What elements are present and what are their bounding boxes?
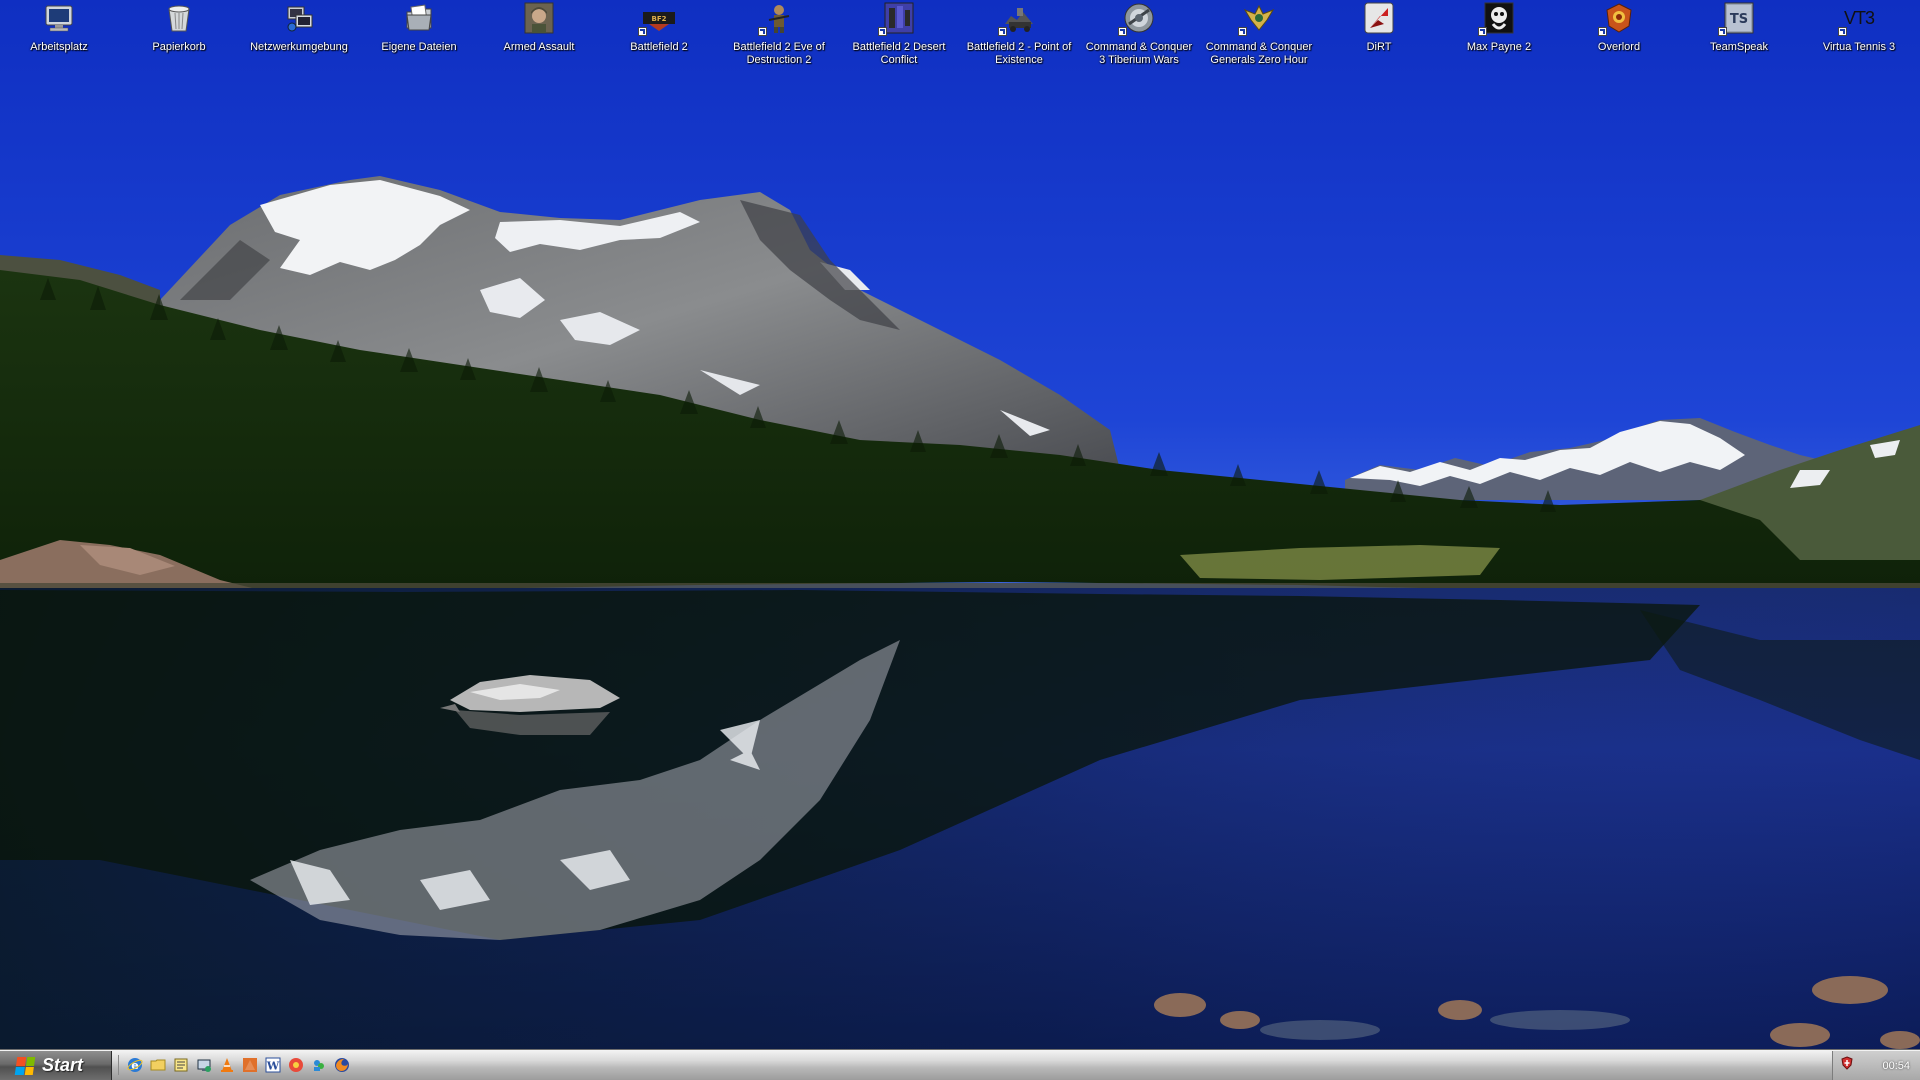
desktop-icon-arbeitsplatz[interactable]: Arbeitsplatz [0,2,118,54]
windows-logo-icon [14,1056,36,1075]
computer-icon [43,2,75,34]
battlefield2-desert-icon [878,2,915,36]
desktop-icon-grid: Arbeitsplatz Papierkorb Netzwerkumgebung… [0,0,1920,80]
desktop-icon-cnc3[interactable]: Command & Conquer 3 Tiberium Wars [1080,2,1198,67]
antivirus-shield-icon[interactable] [1841,1056,1853,1075]
documents-folder-icon [403,2,435,34]
icon-label: Battlefield 2 - Point of Existence [966,41,1072,66]
shortcut-arrow-icon [758,27,767,36]
icon-label: Battlefield 2 Eve of Destruction 2 [733,41,825,66]
battlefield2-icon: BF2 [638,2,675,36]
tray-clock[interactable]: 00:54 [1882,1060,1910,1072]
overlord-icon [1598,2,1635,36]
messenger-icon[interactable] [309,1055,329,1075]
armed-assault-icon [523,2,555,34]
icon-label: Netzwerkumgebung [250,41,348,53]
desktop-icon-eigene-dateien[interactable]: Eigene Dateien [360,2,478,54]
max-payne2-icon [1478,2,1515,36]
desktop-icon-teamspeak[interactable]: TS TeamSpeak [1680,2,1798,54]
start-label: Start [42,1055,84,1075]
firefox-browser-icon[interactable] [332,1055,352,1075]
cnc-generals-icon [1238,2,1275,36]
media-icon[interactable] [286,1055,306,1075]
shortcut-arrow-icon [1598,27,1607,36]
desktop-icon-battlefield-2[interactable]: BF2 Battlefield 2 [600,2,718,54]
vt3-glyph: VT3 [1843,7,1875,28]
icon-label: DiRT [1366,41,1392,53]
shortcut-arrow-icon [878,27,887,36]
shortcut-arrow-icon [1838,27,1847,36]
shortcut-arrow-icon [1478,27,1487,36]
battlefield2-eod-icon [758,2,795,36]
virtua-tennis3-icon: VT3 [1838,2,1875,36]
shortcut-arrow-icon [1718,27,1727,36]
icon-label: Battlefield 2 Desert Conflict [852,41,946,66]
desktop-icon-netzwerkumgebung[interactable]: Netzwerkumgebung [240,2,358,54]
shortcut-arrow-icon [1118,27,1127,36]
icon-label: Overlord [1597,41,1641,53]
network-icon [283,2,315,34]
desktop-icon-battlefield-2-eod[interactable]: Battlefield 2 Eve of Destruction 2 [720,2,838,67]
icon-label: Arbeitsplatz [30,41,88,53]
system-tray: 00:54 [1832,1051,1920,1080]
word-icon[interactable]: W [263,1055,283,1075]
svg-text:BF2: BF2 [652,15,667,23]
shortcut-arrow-icon [638,27,647,36]
desktop-icon-dirt[interactable]: DiRT [1320,2,1438,54]
recycle-bin-icon [163,2,195,34]
icon-label: TeamSpeak [1709,41,1769,53]
svg-text:W: W [266,1060,280,1073]
desktop-icon-cnc-generals[interactable]: Command & Conquer Generals Zero Hour [1200,2,1318,67]
icon-label: Virtua Tennis 3 [1822,41,1896,53]
icon-label: Eigene Dateien [381,41,457,53]
icon-label: Armed Assault [503,41,575,53]
icon-label: Papierkorb [152,41,206,53]
desktop-icon-battlefield-2-desert-conflict[interactable]: Battlefield 2 Desert Conflict [840,2,958,67]
internet-explorer-icon[interactable]: e [125,1055,145,1075]
teamspeak-icon: TS [1718,2,1755,36]
dirt-icon [1363,2,1395,34]
desktop-icon-max-payne-2[interactable]: Max Payne 2 [1440,2,1558,54]
cnc3-icon [1118,2,1155,36]
icon-label: Command & Conquer 3 Tiberium Wars [1085,41,1193,66]
icon-label: Max Payne 2 [1466,41,1532,53]
desktop-wallpaper [0,0,1920,1049]
icon-label: Battlefield 2 [630,41,688,53]
shortcut-arrow-icon [1238,27,1247,36]
network-places-icon[interactable] [194,1055,214,1075]
folder-icon[interactable] [148,1055,168,1075]
firefox-icon[interactable] [240,1055,260,1075]
desktop-icon-battlefield-2-poe[interactable]: Battlefield 2 - Point of Existence [960,2,1078,67]
start-button[interactable]: Start [0,1051,112,1080]
desktop-icon-armed-assault[interactable]: Armed Assault [480,2,598,54]
icon-label: Command & Conquer Generals Zero Hour [1205,41,1313,66]
desktop-icon-papierkorb[interactable]: Papierkorb [120,2,238,54]
desktop-icon-overlord[interactable]: Overlord [1560,2,1678,54]
svg-text:TS: TS [1730,12,1748,27]
battlefield2-poe-icon [998,2,1035,36]
vlc-icon[interactable] [217,1055,237,1075]
notepad-icon[interactable] [171,1055,191,1075]
quick-launch-bar: e W [118,1055,352,1075]
desktop-icon-virtua-tennis-3[interactable]: VT3 Virtua Tennis 3 [1800,2,1918,54]
shortcut-arrow-icon [998,27,1007,36]
taskbar: Start e W 00:54 [0,1049,1920,1080]
